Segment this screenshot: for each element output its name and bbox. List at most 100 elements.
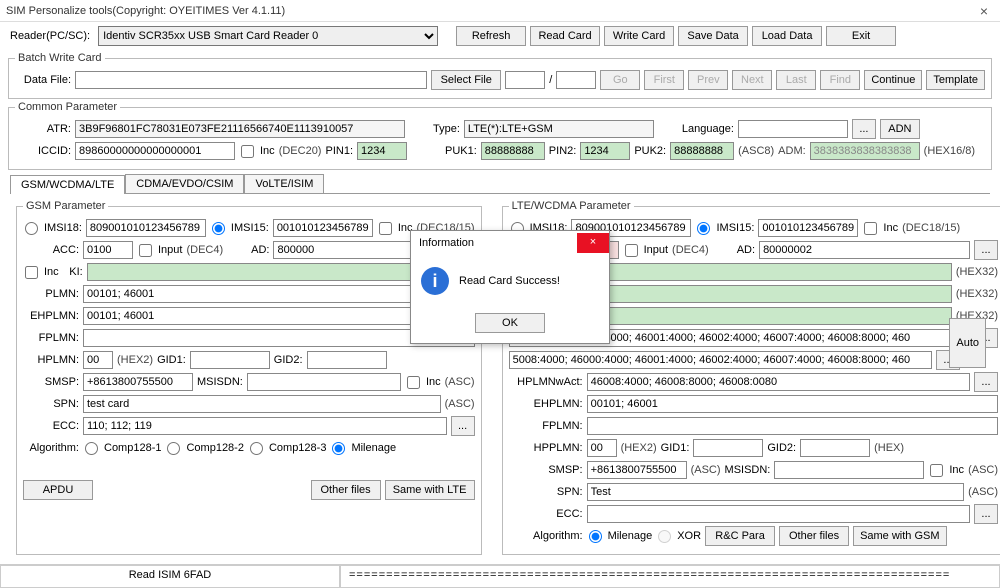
gsm-spn-field[interactable] [83,395,441,413]
gsm-imsi18-radio[interactable] [25,222,38,235]
dialog-ok-button[interactable]: OK [475,313,545,333]
lte-smsp-field[interactable] [587,461,687,479]
lte-other-files-button[interactable]: Other files [779,526,849,546]
go-button[interactable]: Go [600,70,640,90]
lte-gid1-field[interactable] [693,439,763,457]
gsm-other-files-button[interactable]: Other files [311,480,381,500]
puk1-field[interactable] [481,142,545,160]
lte-fplmn-field[interactable] [587,417,998,435]
write-card-button[interactable]: Write Card [604,26,674,46]
reader-label: Reader(PC/SC): [10,30,94,42]
lte-gid2-field[interactable] [800,439,870,457]
lte-imsi-inc-check[interactable] [864,222,877,235]
lte-hplmnwact-dots-button[interactable]: ... [974,372,998,392]
refresh-button[interactable]: Refresh [456,26,526,46]
gsm-algo-label: Algorithm: [23,442,79,454]
puk2-field[interactable] [670,142,734,160]
gsm-gid1-label: GID1: [157,354,186,366]
same-with-gsm-button[interactable]: Same with GSM [853,526,946,546]
batch-pos-input[interactable] [505,71,545,89]
pin2-field[interactable] [580,142,630,160]
type-field [464,120,654,138]
lte-ad-dots-button[interactable]: ... [974,240,998,260]
language-dots-button[interactable]: ... [852,119,876,139]
last-button[interactable]: Last [776,70,816,90]
rc-para-button[interactable]: R&C Para [705,526,775,546]
tab-gsm-wcdma-lte[interactable]: GSM/WCDMA/LTE [10,175,125,194]
window-close-icon[interactable]: × [974,3,994,19]
gsm-algo-comp1283-radio[interactable] [250,442,263,455]
lte-hpplmn-field[interactable] [587,439,617,457]
atr-field [75,120,405,138]
gsm-input-check[interactable] [139,244,152,257]
next-button[interactable]: Next [732,70,772,90]
puk-unit: (ASC8) [738,145,774,157]
pin1-field[interactable] [357,142,407,160]
select-file-button[interactable]: Select File [431,70,501,90]
gsm-imsi18-field[interactable] [86,219,206,237]
lte-ecc-field[interactable] [587,505,970,523]
batch-total-input[interactable] [556,71,596,89]
lte-auto-button[interactable]: Auto [949,318,986,368]
dialog-message: Read Card Success! [459,275,560,287]
gsm-msisdn-label: MSISDN: [197,376,243,388]
load-data-button[interactable]: Load Data [752,26,822,46]
save-data-button[interactable]: Save Data [678,26,748,46]
template-button[interactable]: Template [926,70,985,90]
gsm-msisdn-field[interactable] [247,373,401,391]
gsm-gid1-field[interactable] [190,351,270,369]
common-legend: Common Parameter [15,101,120,113]
lte-spn-field[interactable] [587,483,964,501]
tab-cdma-evdo-csim[interactable]: CDMA/EVDO/CSIM [125,174,244,193]
prev-button[interactable]: Prev [688,70,728,90]
iccid-inc-check[interactable] [241,145,254,158]
lte-ad-field[interactable] [759,241,970,259]
read-card-button[interactable]: Read Card [530,26,600,46]
gsm-imsi15-field[interactable] [273,219,373,237]
adn-button[interactable]: ADN [880,119,920,139]
gsm-algo-comp1281-radio[interactable] [85,442,98,455]
lte-algo-label: Algorithm: [509,530,583,542]
lte-imsi15-label: IMSI15: [716,222,754,234]
status-left: Read ISIM 6FAD [0,565,340,588]
lte-input-check[interactable] [625,244,638,257]
lte-oplmn-field[interactable] [509,351,932,369]
gsm-algo-milenage-radio[interactable] [332,442,345,455]
main-tabs: GSM/WCDMA/LTE CDMA/EVDO/CSIM VoLTE/ISIM [0,172,1000,193]
lte-msisdn-field[interactable] [774,461,924,479]
gsm-hplmn-field[interactable] [83,351,113,369]
apdu-button[interactable]: APDU [23,480,93,500]
lte-ecc-dots-button[interactable]: ... [974,504,998,524]
data-file-input[interactable] [75,71,427,89]
iccid-field[interactable] [75,142,235,160]
lte-ehplmn-field[interactable] [587,395,998,413]
lte-ecc-label: ECC: [509,508,583,520]
exit-button[interactable]: Exit [826,26,896,46]
lte-hplmnwact-field[interactable] [587,373,970,391]
lte-imsi15-field[interactable] [758,219,858,237]
gsm-smsp-field[interactable] [83,373,193,391]
lte-msisdn-inc-check[interactable] [930,464,943,477]
language-field[interactable] [738,120,848,138]
find-button[interactable]: Find [820,70,860,90]
lte-imsi15-radio[interactable] [697,222,710,235]
gsm-acc-field[interactable] [83,241,133,259]
gsm-imsi15-radio[interactable] [212,222,225,235]
dialog-close-button[interactable]: × [577,233,609,253]
tab-volte-isim[interactable]: VoLTE/ISIM [244,174,324,193]
continue-button[interactable]: Continue [864,70,922,90]
gsm-msisdn-inc-check[interactable] [407,376,420,389]
lte-algo-milenage-radio[interactable] [589,530,602,543]
gsm-ecc-dots-button[interactable]: ... [451,416,475,436]
gsm-smsp-label: SMSP: [23,376,79,388]
first-button[interactable]: First [644,70,684,90]
gsm-gid2-field[interactable] [307,351,387,369]
same-with-lte-button[interactable]: Same with LTE [385,480,475,500]
reader-select[interactable]: Identiv SCR35xx USB Smart Card Reader 0 [98,26,438,46]
gsm-gid2-label: GID2: [274,354,303,366]
gsm-algo-comp1282-radio[interactable] [167,442,180,455]
gsm-ecc-field[interactable] [83,417,447,435]
gsm-ki-inc-check[interactable] [25,266,38,279]
gsm-imsi-inc-check[interactable] [379,222,392,235]
adm-field[interactable] [810,142,920,160]
